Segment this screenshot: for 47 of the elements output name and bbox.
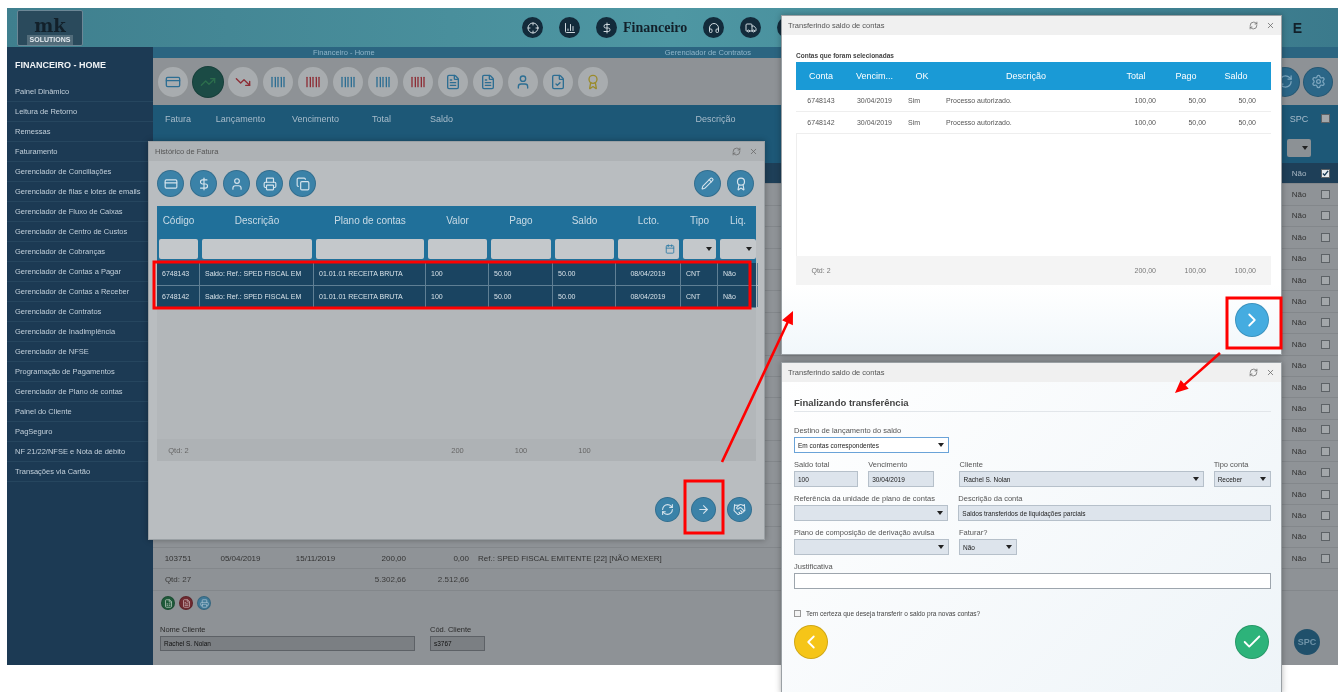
column-header[interactable]: Liq. (718, 214, 758, 226)
column-header[interactable]: Total (353, 113, 410, 124)
table-cell-text: Não (1290, 211, 1308, 221)
column-header[interactable]: Plano de contas (314, 214, 426, 226)
sidebar-title: FINANCEIRO - HOME (14, 59, 107, 72)
table-cell-text: 0,00 (452, 553, 470, 563)
table-cell-text: Não (1290, 339, 1308, 349)
table-cell-text: Não (1290, 297, 1308, 307)
header-text: E (1292, 19, 1302, 36)
table-cell-text: Não (1290, 489, 1308, 499)
count-label: Qtd: 27 (163, 575, 193, 585)
table-cell-text: 103751 (163, 553, 193, 563)
table-cell-text: Não (1290, 404, 1308, 413)
table-cell-text: 05/04/2019 (219, 553, 262, 563)
total-value: 2.512,66 (436, 575, 470, 585)
table-cell-text: Não (1290, 190, 1308, 200)
table-cell-text: Não (1290, 510, 1308, 520)
table-cell-text: Não (1290, 446, 1308, 456)
table-cell-text: Não (1290, 318, 1308, 328)
table-cell-text: Ref.: SPED FISCAL EMITENTE [22] [NÃO MEXER] (477, 553, 662, 563)
column-header[interactable]: Fatura (153, 113, 203, 124)
table-cell-text: Não (1290, 425, 1308, 435)
table-cell-text: Não (1290, 232, 1308, 242)
table-cell-text: Não (1290, 168, 1308, 178)
table-cell-text: Não (1290, 532, 1308, 542)
column-header[interactable]: Vencimento (278, 113, 353, 124)
table-cell-text: Não (1290, 553, 1308, 563)
column-header[interactable]: Descrição (200, 214, 314, 226)
table-cell-text: Não (1290, 361, 1308, 371)
column-header[interactable]: Saldo (410, 113, 473, 124)
section-heading: Finalizando transferência (794, 397, 1271, 412)
column-header[interactable]: Tipo (681, 214, 718, 226)
column-header[interactable]: Lcto. (616, 214, 681, 226)
table-cell-text: Não (1290, 382, 1308, 392)
column-header[interactable]: Valor (426, 214, 489, 226)
table-cell-text: Não (1290, 254, 1308, 264)
column-header[interactable]: Pago (489, 214, 553, 226)
total-value: 5.302,66 (373, 575, 407, 585)
table-cell-text: Não (1290, 468, 1308, 478)
table-cell-text: Não (1290, 275, 1308, 285)
table-cell-text: 200,00 (380, 553, 407, 563)
column-header[interactable]: Saldo (553, 214, 616, 226)
column-header[interactable]: SPC (1285, 113, 1313, 124)
column-header[interactable]: Lançamento (203, 113, 278, 124)
table-cell-text: 15/11/2019 (294, 553, 337, 563)
module-title: Financeiro (623, 19, 688, 36)
column-header[interactable]: Código (157, 214, 200, 226)
